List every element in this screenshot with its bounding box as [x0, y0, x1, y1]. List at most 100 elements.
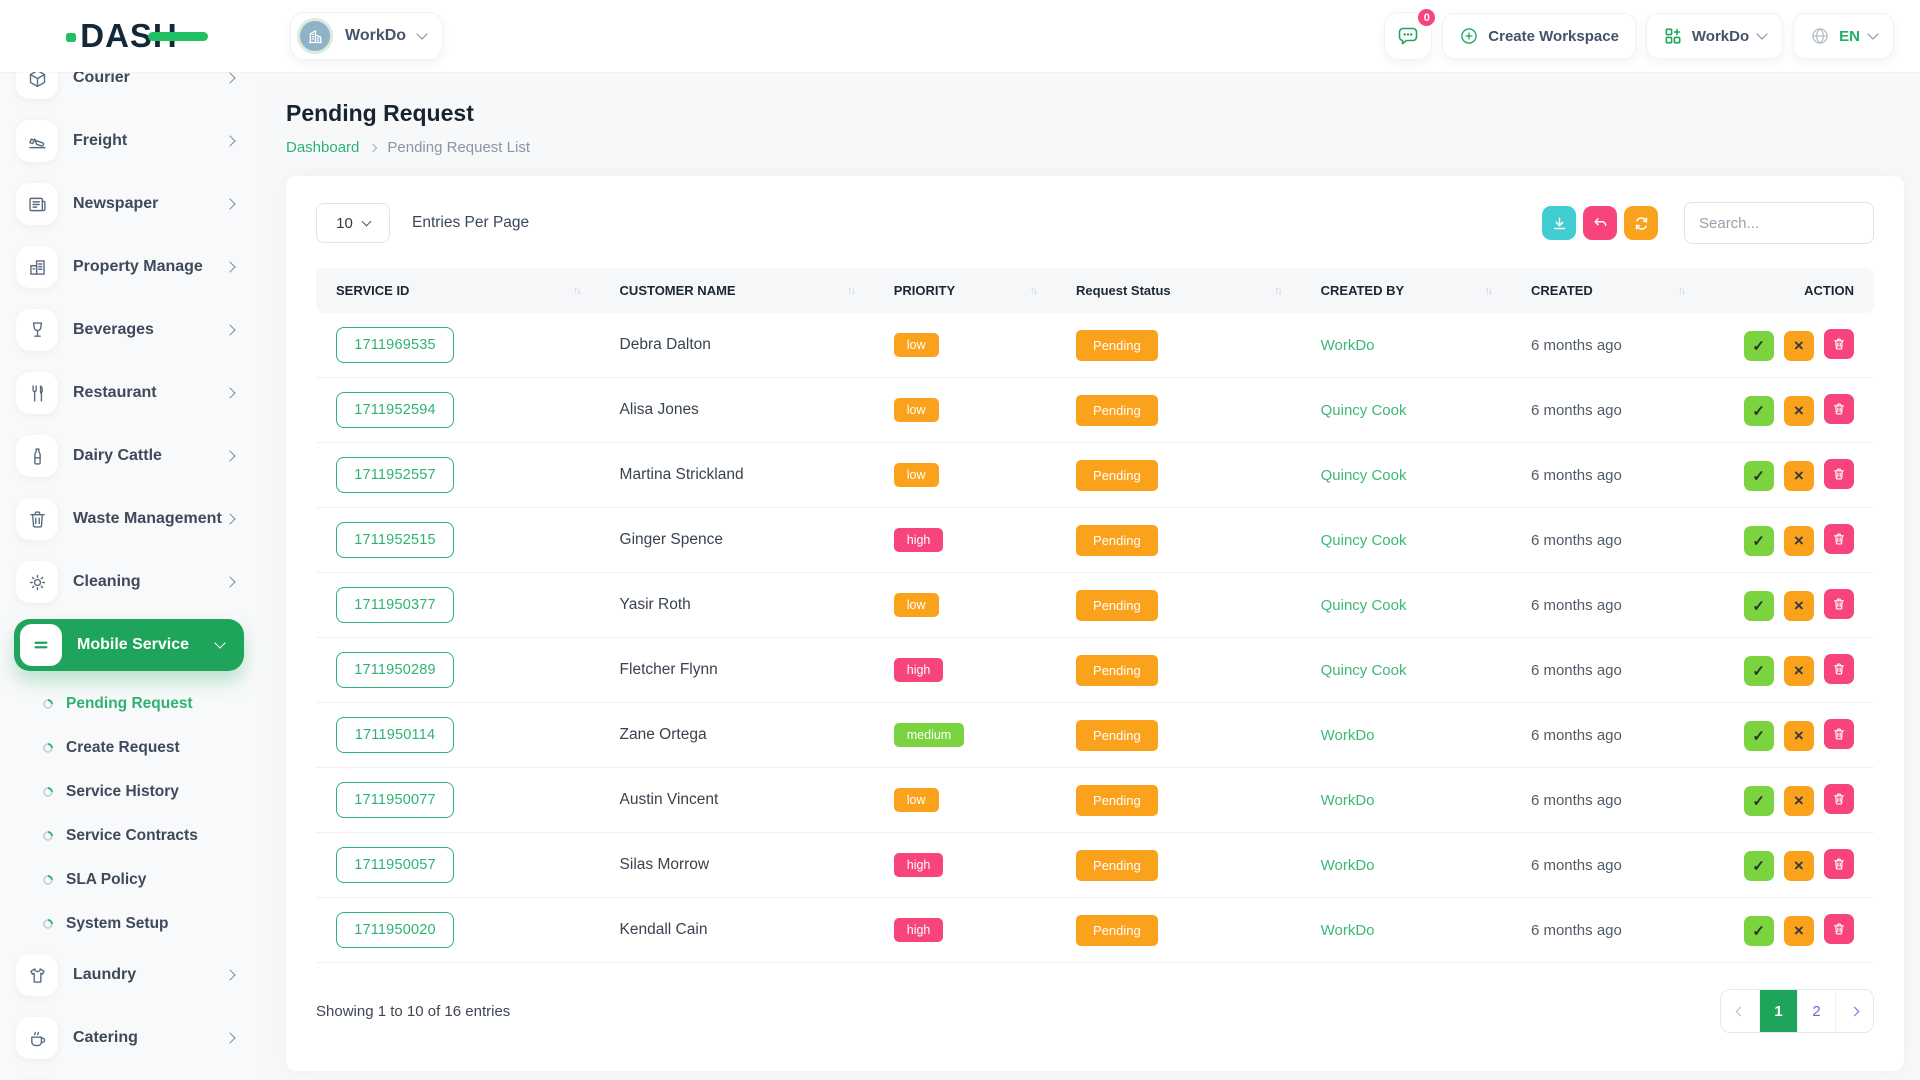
reject-button[interactable]: ×	[1784, 786, 1814, 816]
service-id-button[interactable]: 1711952557	[336, 457, 454, 493]
chevron-right-icon	[224, 324, 235, 335]
reject-button[interactable]: ×	[1784, 591, 1814, 621]
refresh-button[interactable]	[1624, 206, 1658, 240]
sidebar-subitem-pending-request[interactable]: Pending Request	[0, 685, 258, 723]
reject-button[interactable]: ×	[1784, 851, 1814, 881]
approve-button[interactable]: ✓	[1744, 851, 1774, 881]
sidebar-subitem-sla-policy[interactable]: SLA Policy	[0, 861, 258, 899]
reject-button[interactable]: ×	[1784, 396, 1814, 426]
service-id-button[interactable]: 1711950057	[336, 847, 454, 883]
sidebar-item-freight[interactable]: Freight	[0, 115, 258, 167]
service-id-button[interactable]: 1711969535	[336, 327, 454, 363]
sidebar-item-beverages[interactable]: Beverages	[0, 304, 258, 356]
reject-button[interactable]: ×	[1784, 916, 1814, 946]
sort-icon[interactable]: ↑↓	[1484, 285, 1491, 297]
trash-icon	[1832, 402, 1846, 416]
sidebar-item-rental[interactable]: Rental	[0, 1075, 258, 1080]
workdo-menu-button[interactable]: WorkDo	[1646, 13, 1783, 59]
delete-button[interactable]	[1824, 784, 1854, 814]
column-header-request-status[interactable]: Request Status ↑↓	[1056, 268, 1301, 313]
created-cell: 6 months ago	[1511, 768, 1704, 833]
delete-button[interactable]	[1824, 589, 1854, 619]
sidebar-item-dairy-cattle[interactable]: Dairy Cattle	[0, 430, 258, 482]
search-input[interactable]	[1684, 202, 1874, 244]
service-id-button[interactable]: 1711950114	[336, 717, 454, 753]
sidebar-subitem-service-contracts[interactable]: Service Contracts	[0, 817, 258, 855]
breadcrumb-dashboard-link[interactable]: Dashboard	[286, 139, 359, 156]
approve-button[interactable]: ✓	[1744, 396, 1774, 426]
language-selector[interactable]: EN	[1793, 13, 1894, 59]
approve-button[interactable]: ✓	[1744, 916, 1774, 946]
pagination-previous-button[interactable]	[1721, 990, 1759, 1032]
chevron-right-icon	[224, 198, 235, 209]
column-header-customer-name[interactable]: CUSTOMER NAME ↑↓	[600, 268, 874, 313]
reset-button[interactable]	[1583, 206, 1617, 240]
reject-button[interactable]: ×	[1784, 526, 1814, 556]
delete-button[interactable]	[1824, 394, 1854, 424]
approve-button[interactable]: ✓	[1744, 721, 1774, 751]
service-id-button[interactable]: 1711950289	[336, 652, 454, 688]
sidebar-item-catering[interactable]: Catering	[0, 1012, 258, 1064]
trash-icon	[1832, 597, 1846, 611]
sidebar-item-laundry[interactable]: Laundry	[0, 949, 258, 1001]
delete-button[interactable]	[1824, 329, 1854, 359]
sidebar-subitem-create-request[interactable]: Create Request	[0, 729, 258, 767]
create-workspace-button[interactable]: Create Workspace	[1442, 13, 1636, 59]
pagination-page-2[interactable]: 2	[1797, 990, 1835, 1032]
sort-icon[interactable]: ↑↓	[1030, 285, 1037, 297]
sort-icon[interactable]: ↑↓	[1274, 285, 1281, 297]
column-header-service-id[interactable]: SERVICE ID ↑↓	[316, 268, 600, 313]
undo-icon	[1592, 215, 1609, 232]
bullet-ring-icon	[41, 785, 55, 799]
sidebar-nav: Courier Freight Newspaper Property Manag…	[0, 72, 258, 1080]
created-by-cell: Quincy Cook	[1301, 638, 1511, 703]
service-id-button[interactable]: 1711950377	[336, 587, 454, 623]
customer-name-cell: Ginger Spence	[600, 508, 874, 573]
sidebar-subitem-service-history[interactable]: Service History	[0, 773, 258, 811]
approve-button[interactable]: ✓	[1744, 786, 1774, 816]
sidebar-subitem-system-setup[interactable]: System Setup	[0, 905, 258, 943]
approve-button[interactable]: ✓	[1744, 331, 1774, 361]
approve-button[interactable]: ✓	[1744, 526, 1774, 556]
approve-button[interactable]: ✓	[1744, 591, 1774, 621]
reject-button[interactable]: ×	[1784, 331, 1814, 361]
sidebar-item-courier[interactable]: Courier	[0, 72, 258, 104]
reject-button[interactable]: ×	[1784, 461, 1814, 491]
sidebar-item-newspaper[interactable]: Newspaper	[0, 178, 258, 230]
reject-button[interactable]: ×	[1784, 721, 1814, 751]
column-header-created[interactable]: CREATED ↑↓	[1511, 268, 1704, 313]
service-id-button[interactable]: 1711952594	[336, 392, 454, 428]
messages-button[interactable]: 0	[1384, 12, 1432, 60]
sort-icon[interactable]: ↑↓	[1678, 285, 1685, 297]
entries-per-page-select[interactable]: 10	[316, 203, 390, 243]
reject-button[interactable]: ×	[1784, 656, 1814, 686]
export-button[interactable]	[1542, 206, 1576, 240]
workspace-selector[interactable]: WorkDo	[290, 12, 443, 60]
sidebar-item-restaurant[interactable]: Restaurant	[0, 367, 258, 419]
delete-button[interactable]	[1824, 654, 1854, 684]
sidebar-item-cleaning[interactable]: Cleaning	[0, 556, 258, 608]
sort-icon[interactable]: ↑↓	[847, 285, 854, 297]
delete-button[interactable]	[1824, 459, 1854, 489]
delete-button[interactable]	[1824, 914, 1854, 944]
menu-icon	[31, 635, 51, 655]
column-header-created-by[interactable]: CREATED BY ↑↓	[1301, 268, 1511, 313]
sidebar-item-mobile-service[interactable]: Mobile Service	[14, 619, 244, 671]
customer-name-cell: Martina Strickland	[600, 443, 874, 508]
delete-button[interactable]	[1824, 849, 1854, 879]
pagination-next-button[interactable]	[1835, 990, 1873, 1032]
pagination-page-1[interactable]: 1	[1759, 990, 1797, 1032]
trash-icon	[1832, 337, 1846, 351]
sidebar-item-property-manage[interactable]: Property Manage	[0, 241, 258, 293]
delete-button[interactable]	[1824, 719, 1854, 749]
trash-icon	[1832, 792, 1846, 806]
column-header-priority[interactable]: PRIORITY ↑↓	[874, 268, 1056, 313]
delete-button[interactable]	[1824, 524, 1854, 554]
sort-icon[interactable]: ↑↓	[573, 285, 580, 297]
service-id-button[interactable]: 1711952515	[336, 522, 454, 558]
service-id-button[interactable]: 1711950020	[336, 912, 454, 948]
service-id-button[interactable]: 1711950077	[336, 782, 454, 818]
approve-button[interactable]: ✓	[1744, 656, 1774, 686]
approve-button[interactable]: ✓	[1744, 461, 1774, 491]
sidebar-item-waste-management[interactable]: Waste Management	[0, 493, 258, 545]
